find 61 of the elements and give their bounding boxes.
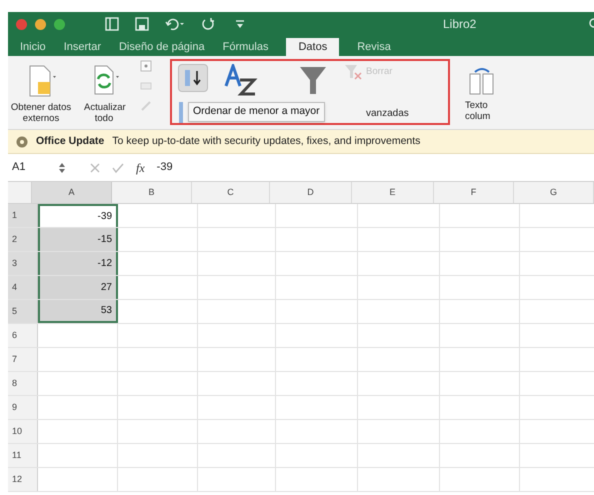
row-header[interactable]: 4 <box>8 276 38 299</box>
ribbon-tab[interactable]: Diseño de página <box>118 38 205 56</box>
ribbon-tab[interactable]: Insertar <box>64 38 101 56</box>
function-button[interactable]: fx <box>136 158 145 176</box>
refresh-button[interactable]: Actualizar todo <box>74 56 134 129</box>
table-cell[interactable]: 53 <box>38 300 118 323</box>
connections-icon[interactable] <box>140 60 152 72</box>
row-header[interactable]: 1 <box>8 204 38 227</box>
column-header[interactable]: B <box>112 182 192 203</box>
clear-filter-icon[interactable] <box>344 64 362 80</box>
undo-icon[interactable] <box>165 17 185 31</box>
alert-icon <box>16 136 28 148</box>
table-cell[interactable]: 27 <box>38 276 118 299</box>
sort-order-icon[interactable] <box>178 102 184 124</box>
properties-icon[interactable] <box>140 80 152 92</box>
stepper-icon[interactable] <box>58 162 66 174</box>
table-cell[interactable]: -15 <box>38 228 118 251</box>
save-icon[interactable] <box>135 17 149 31</box>
window-title: Libro2 <box>443 16 476 33</box>
row-header[interactable]: 5 <box>8 300 38 323</box>
sort-az-icon[interactable] <box>224 64 258 96</box>
get-data-button[interactable]: Obtener datos externos <box>8 56 74 129</box>
row-header[interactable]: 10 <box>8 420 38 443</box>
ribbon-tab[interactable]: Fórmulas <box>222 38 268 56</box>
update-title: Office Update <box>36 134 104 149</box>
row-header[interactable]: 7 <box>8 348 38 371</box>
name-box[interactable]: A1 <box>8 159 58 176</box>
minimize-icon[interactable] <box>35 18 46 30</box>
column-header[interactable]: F <box>434 182 514 203</box>
ribbon-tab[interactable]: Inicio <box>20 38 46 56</box>
ribbon-tab[interactable]: Datos <box>286 38 340 56</box>
column-header[interactable]: G <box>514 182 594 203</box>
edit-links-icon[interactable] <box>140 100 152 112</box>
row-header[interactable]: 9 <box>8 396 38 419</box>
filter-icon[interactable] <box>298 64 328 96</box>
table-cell[interactable]: -39 <box>38 204 118 227</box>
row-header[interactable]: 3 <box>8 252 38 275</box>
row-header[interactable]: 12 <box>8 468 38 491</box>
column-header[interactable]: E <box>352 182 434 203</box>
cancel-icon[interactable] <box>90 162 100 172</box>
advanced-label[interactable]: vanzadas <box>366 106 409 120</box>
redo-icon[interactable] <box>201 17 215 31</box>
tooltip: Ordenar de menor a mayor <box>188 102 325 122</box>
row-header[interactable]: 8 <box>8 372 38 395</box>
column-header[interactable]: C <box>192 182 270 203</box>
table-cell[interactable]: -12 <box>38 252 118 275</box>
sort-ascending-button[interactable] <box>178 64 208 92</box>
row-header[interactable]: 2 <box>8 228 38 251</box>
sidebar-icon[interactable] <box>105 17 119 31</box>
check-icon[interactable] <box>112 162 124 172</box>
ribbon-tab[interactable]: Revisa <box>357 38 391 56</box>
text-to-columns-button[interactable]: Texto colum <box>462 56 502 129</box>
formula-value[interactable]: -39 <box>156 159 173 176</box>
column-header[interactable]: A <box>32 182 112 203</box>
row-header[interactable]: 6 <box>8 324 38 347</box>
zoom-icon[interactable] <box>54 18 65 30</box>
update-message: To keep up-to-date with security updates, fixes, and improvements <box>112 134 420 149</box>
customize-icon[interactable] <box>235 19 245 29</box>
close-icon[interactable] <box>16 18 27 30</box>
column-header[interactable]: D <box>270 182 352 203</box>
row-header[interactable]: 11 <box>8 444 38 467</box>
